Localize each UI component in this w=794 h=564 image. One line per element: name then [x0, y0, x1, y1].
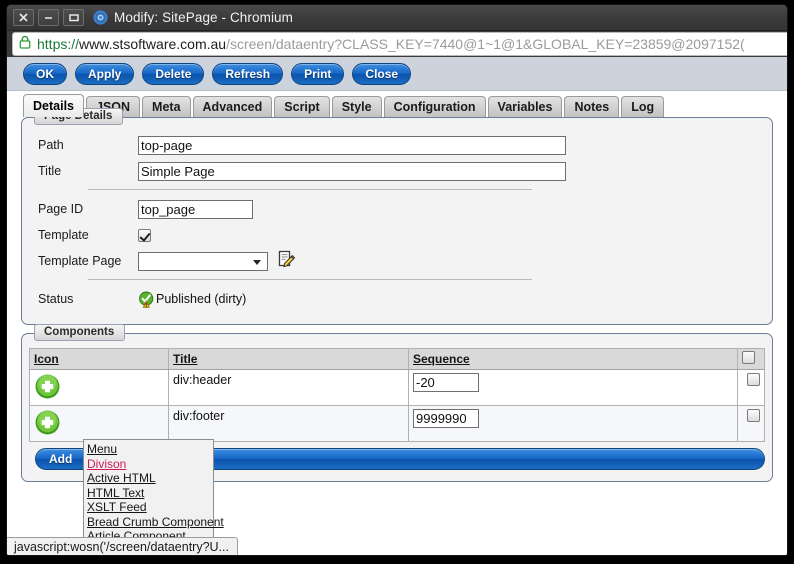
menu-item-html-text[interactable]: HTML Text: [87, 486, 213, 501]
add-green-icon[interactable]: [34, 373, 168, 400]
title-input[interactable]: [138, 162, 566, 181]
column-header-sequence-label[interactable]: Sequence: [413, 352, 470, 366]
row-select-cell[interactable]: [738, 406, 765, 442]
template-page-label: Template Page: [22, 254, 138, 268]
template-label: Template: [22, 228, 138, 242]
page-viewport: OK Apply Delete Refresh Print Close Deta…: [7, 57, 787, 556]
row-sequence-cell: [409, 370, 738, 406]
add-component-area: Add Menu Divison Active HTML HTML Text X…: [29, 442, 765, 472]
template-page-row: Template Page: [22, 250, 772, 272]
url-separator: ://: [67, 36, 79, 52]
tab-style[interactable]: Style: [332, 96, 382, 117]
page-details-fieldset: Page Details Path Title Page ID: [21, 117, 773, 325]
row-checkbox[interactable]: [747, 373, 760, 386]
add-green-icon[interactable]: [34, 409, 168, 436]
tab-script[interactable]: Script: [274, 96, 329, 117]
row-title-cell: div:header: [169, 370, 409, 406]
title-row: Title: [22, 160, 772, 182]
tab-advanced[interactable]: Advanced: [193, 96, 273, 117]
published-dirty-icon: [138, 291, 155, 308]
column-header-sequence[interactable]: Sequence: [409, 349, 738, 370]
address-bar[interactable]: https://www.stsoftware.com.au/screen/dat…: [12, 32, 787, 56]
window-close-button[interactable]: [13, 9, 34, 26]
tab-details[interactable]: Details: [23, 94, 84, 117]
tab-log[interactable]: Log: [621, 96, 664, 117]
select-all-checkbox[interactable]: [742, 351, 755, 364]
tab-configuration[interactable]: Configuration: [384, 96, 486, 117]
column-header-icon[interactable]: Icon: [30, 349, 169, 370]
window-title: Modify: SitePage - Chromium: [114, 10, 293, 25]
table-row: div:header: [30, 370, 765, 406]
ok-button[interactable]: OK: [23, 63, 67, 85]
tab-meta[interactable]: Meta: [142, 96, 190, 117]
row-select-cell[interactable]: [738, 370, 765, 406]
app-toolbar: OK Apply Delete Refresh Print Close: [7, 57, 787, 91]
menu-item-menu[interactable]: Menu: [87, 442, 213, 457]
row-sequence-cell: [409, 406, 738, 442]
delete-button[interactable]: Delete: [142, 63, 204, 85]
url-host: www.stsoftware.com.au: [79, 36, 226, 52]
apply-button[interactable]: Apply: [75, 63, 134, 85]
status-bar-bubble: javascript:wosn('/screen/dataentry?U...: [7, 537, 238, 556]
column-header-select-all[interactable]: [738, 349, 765, 370]
page-id-label: Page ID: [22, 202, 138, 216]
menu-item-divison[interactable]: Divison: [87, 457, 213, 472]
path-input[interactable]: [138, 136, 566, 155]
row-title-cell: div:footer: [169, 406, 409, 442]
menu-item-xslt-feed[interactable]: XSLT Feed: [87, 500, 213, 515]
path-label: Path: [22, 138, 138, 152]
browser-urlbar-area: https://www.stsoftware.com.au/screen/dat…: [7, 31, 787, 57]
template-row: Template: [22, 224, 772, 246]
status-row: Status Publish: [22, 288, 772, 310]
page-id-input[interactable]: [138, 200, 253, 219]
close-button[interactable]: Close: [352, 63, 411, 85]
window-maximize-button[interactable]: [63, 9, 84, 26]
chromium-logo-icon: [93, 10, 108, 25]
url-scheme: https: [37, 36, 67, 52]
menu-item-bread-crumb-component[interactable]: Bread Crumb Component: [87, 515, 213, 530]
column-header-icon-label[interactable]: Icon: [34, 352, 59, 366]
row-checkbox[interactable]: [747, 409, 760, 422]
edit-document-icon[interactable]: [278, 250, 295, 273]
window-titlebar: Modify: SitePage - Chromium: [7, 5, 787, 31]
column-header-title-label[interactable]: Title: [173, 352, 197, 366]
status-value: Published (dirty): [156, 292, 246, 306]
page-id-row: Page ID: [22, 198, 772, 220]
row-icon-cell: [30, 406, 169, 442]
row-icon-cell: [30, 370, 169, 406]
window-minimize-button[interactable]: [38, 9, 59, 26]
sequence-input[interactable]: [413, 409, 479, 428]
lock-icon: [19, 35, 31, 54]
template-page-select[interactable]: [138, 252, 268, 271]
tab-strip: Details JSON Meta Advanced Script Style …: [7, 91, 787, 117]
template-checkbox[interactable]: [138, 229, 151, 242]
components-fieldset: Components Icon Title: [21, 333, 773, 482]
path-row: Path: [22, 134, 772, 156]
details-divider-bottom: [88, 279, 532, 280]
page-body: Page Details Path Title Page ID: [7, 117, 787, 556]
url-text: https://www.stsoftware.com.au/screen/dat…: [37, 36, 745, 52]
browser-window: Modify: SitePage - Chromium https://www.…: [6, 4, 788, 556]
details-divider-top: [88, 189, 532, 190]
components-table: Icon Title Sequence: [29, 348, 765, 442]
components-legend: Components: [34, 324, 125, 341]
tab-variables[interactable]: Variables: [488, 96, 563, 117]
refresh-button[interactable]: Refresh: [212, 63, 283, 85]
tab-notes[interactable]: Notes: [564, 96, 619, 117]
status-label: Status: [22, 292, 138, 306]
menu-item-active-html[interactable]: Active HTML: [87, 471, 213, 486]
table-header-row: Icon Title Sequence: [30, 349, 765, 370]
print-button[interactable]: Print: [291, 63, 344, 85]
table-row: div:footer: [30, 406, 765, 442]
title-label: Title: [22, 164, 138, 178]
sequence-input[interactable]: [413, 373, 479, 392]
url-path: /screen/dataentry?CLASS_KEY=7440@1~1@1&G…: [226, 36, 745, 52]
add-component-menu: Menu Divison Active HTML HTML Text XSLT …: [83, 439, 214, 546]
column-header-title[interactable]: Title: [169, 349, 409, 370]
